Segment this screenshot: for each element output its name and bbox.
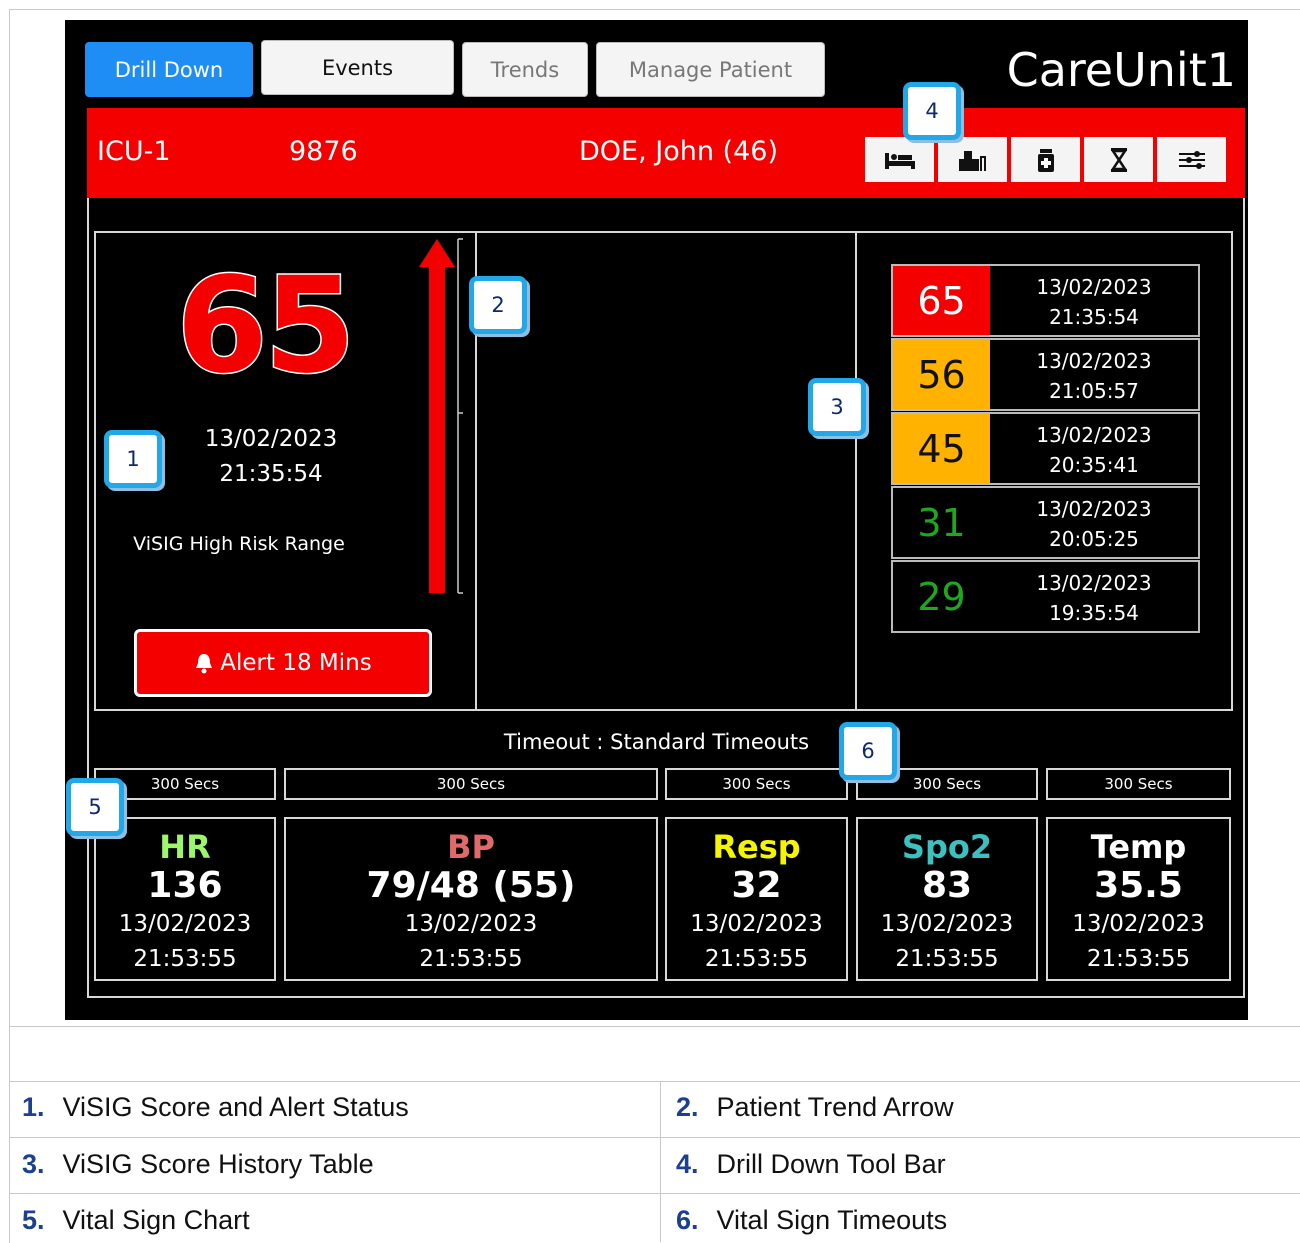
timeout-bp[interactable]: 300 Secs <box>284 768 658 800</box>
vital-value: 79/48 (55) <box>366 865 576 906</box>
legend-rule <box>9 1137 1300 1138</box>
vital-value: 32 <box>731 865 782 906</box>
vital-date: 13/02/2023 <box>404 911 538 937</box>
vital-time: 21:53:55 <box>133 946 237 972</box>
vital-value: 83 <box>921 865 973 906</box>
timeout-temp[interactable]: 300 Secs <box>1046 768 1231 800</box>
history-score: 31 <box>917 500 966 545</box>
history-score: 65 <box>893 266 990 335</box>
legend-top-rule <box>9 1026 1300 1027</box>
vital-name: Spo2 <box>901 828 993 866</box>
callout-5: 5 <box>66 778 124 836</box>
timeout-resp[interactable]: 300 Secs <box>665 768 848 800</box>
legend-item: 2. Patient Trend Arrow <box>676 1092 954 1122</box>
vital-hr[interactable]: HR 136 13/02/2023 21:53:55 <box>94 817 276 981</box>
divider <box>855 231 857 711</box>
drill-down-toolbar <box>865 137 1230 182</box>
legend-item: 1. ViSIG Score and Alert Status <box>22 1092 409 1122</box>
patient-id: 9876 <box>289 136 358 167</box>
legend-rule <box>9 1081 1300 1082</box>
vital-date: 13/02/2023 <box>118 911 252 937</box>
risk-range-label: ViSIG High Risk Range <box>133 533 345 555</box>
vital-name: HR <box>159 828 211 866</box>
vital-date: 13/02/2023 <box>1072 911 1205 937</box>
callout-3: 3 <box>808 378 866 436</box>
history-timestamp: 13/02/2023 21:05:57 <box>1036 349 1152 403</box>
legend-item: 4. Drill Down Tool Bar <box>676 1149 946 1179</box>
vital-value: 35.5 <box>1094 865 1183 906</box>
vital-date: 13/02/2023 <box>690 911 823 937</box>
callout-2: 2 <box>469 276 527 334</box>
legend-item: 3. ViSIG Score History Table <box>22 1149 374 1179</box>
hourglass-icon[interactable] <box>1084 137 1153 182</box>
vital-time: 21:53:55 <box>1086 946 1191 972</box>
person-seated-icon[interactable] <box>938 137 1007 182</box>
vital-name: Temp <box>1090 828 1187 866</box>
app-brand: CareUnit1 <box>1006 43 1236 97</box>
callout-6: 6 <box>839 722 897 780</box>
callout-4: 4 <box>903 82 961 140</box>
timeout-title: Timeout : Standard Timeouts <box>503 730 810 754</box>
vital-name: Resp <box>712 828 801 866</box>
history-timestamp: 13/02/2023 19:35:54 <box>1036 571 1152 625</box>
alert-button[interactable]: Alert 18 Mins <box>134 629 432 697</box>
history-row[interactable]: 45 13/02/2023 20:35:41 <box>891 412 1200 485</box>
history-row[interactable]: 31 13/02/2023 20:05:25 <box>891 486 1200 559</box>
callout-1: 1 <box>104 430 162 488</box>
legend-item: 5. Vital Sign Chart <box>22 1205 250 1235</box>
settings-sliders-icon[interactable] <box>1157 137 1226 182</box>
vital-temp[interactable]: Temp 35.5 13/02/2023 21:53:55 <box>1046 817 1231 981</box>
tab-drill-down[interactable]: Drill Down <box>85 42 253 97</box>
bed-icon[interactable] <box>865 137 934 182</box>
history-score: 45 <box>893 414 990 483</box>
vital-time: 21:53:55 <box>704 946 809 972</box>
legend-rule <box>9 1193 1300 1194</box>
history-score: 29 <box>917 574 966 619</box>
history-score: 56 <box>893 340 990 409</box>
history-row[interactable]: 29 13/02/2023 19:35:54 <box>891 560 1200 633</box>
vital-bp[interactable]: BP 79/48 (55) 13/02/2023 21:53:55 <box>284 817 658 981</box>
score-date: 13/02/2023 <box>204 426 338 452</box>
unit-label: ICU-1 <box>97 136 171 167</box>
vital-date: 13/02/2023 <box>880 911 1014 937</box>
history-row[interactable]: 56 13/02/2023 21:05:57 <box>891 338 1200 411</box>
visig-score: 65 <box>175 249 358 403</box>
score-time: 21:35:54 <box>219 461 323 487</box>
vital-spo2[interactable]: Spo2 83 13/02/2023 21:53:55 <box>856 817 1038 981</box>
bell-icon <box>196 654 213 674</box>
alert-label: Alert 18 Mins <box>220 650 372 676</box>
vital-time: 21:53:55 <box>895 946 999 972</box>
careunit-screen: Drill Down Events Trends Manage Patient … <box>65 20 1248 1020</box>
tab-trends[interactable]: Trends <box>462 42 588 97</box>
tab-events[interactable]: Events <box>261 40 454 95</box>
vital-name: BP <box>447 828 495 866</box>
vital-resp[interactable]: Resp 32 13/02/2023 21:53:55 <box>665 817 848 981</box>
vital-time: 21:53:55 <box>419 946 523 972</box>
legend-item: 6. Vital Sign Timeouts <box>676 1205 948 1235</box>
medication-icon[interactable] <box>1011 137 1080 182</box>
trend-arrow-icon <box>419 238 463 594</box>
history-timestamp: 13/02/2023 20:35:41 <box>1036 423 1152 477</box>
history-row[interactable]: 65 13/02/2023 21:35:54 <box>891 264 1200 337</box>
vital-value: 136 <box>147 865 223 906</box>
tab-manage-patient[interactable]: Manage Patient <box>596 42 825 97</box>
history-timestamp: 13/02/2023 21:35:54 <box>1036 275 1152 329</box>
patient-banner: ICU-1 9876 DOE, John (46) <box>87 108 1245 198</box>
legend-divider <box>660 1081 661 1242</box>
history-timestamp: 13/02/2023 20:05:25 <box>1036 497 1152 551</box>
patient-name: DOE, John (46) <box>579 136 778 167</box>
